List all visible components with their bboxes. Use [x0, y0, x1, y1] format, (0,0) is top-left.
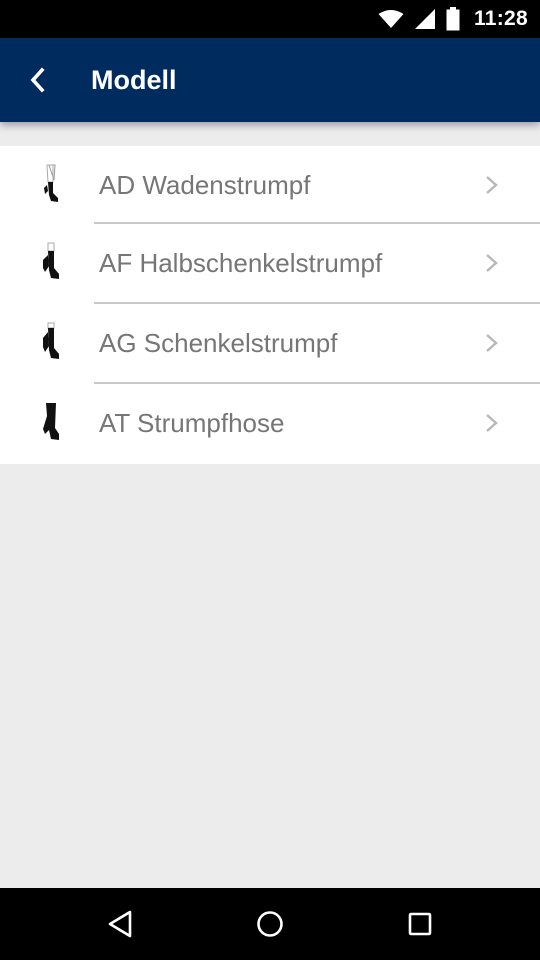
stocking-thigh-icon [43, 322, 59, 359]
model-list: AD Wadenstrumpf AF Halbschenkelstrumpf A… [0, 146, 540, 464]
stocking-calf-icon [44, 164, 58, 202]
list-item-label: AD Wadenstrumpf [99, 170, 311, 200]
list-item-label: AF Halbschenkelstrumpf [99, 248, 383, 278]
list-item-ag-schenkelstrumpf[interactable]: AG Schenkelstrumpf [0, 304, 540, 384]
status-bar: 11:28 [0, 0, 540, 38]
list-item-at-strumpfhose[interactable]: AT Strumpfhose [0, 384, 540, 464]
pantyhose-icon [43, 403, 59, 440]
chevron-right-icon [486, 334, 498, 352]
status-icons: 11:28 [378, 0, 528, 38]
back-triangle-icon [108, 910, 132, 938]
wifi-icon [378, 10, 404, 28]
recents-square-icon [408, 912, 432, 936]
back-button[interactable] [14, 56, 62, 104]
page-title: Modell [91, 65, 177, 95]
chevron-right-icon [486, 414, 498, 432]
stocking-half-thigh-icon [43, 242, 59, 279]
chevron-right-icon [486, 254, 498, 272]
list-item-label: AT Strumpfhose [99, 408, 285, 438]
list-item-ad-wadenstrumpf[interactable]: AD Wadenstrumpf [0, 146, 540, 224]
nav-back-button[interactable] [96, 900, 144, 948]
nav-home-button[interactable] [246, 900, 294, 948]
chevron-left-icon [30, 67, 45, 93]
list-item-label: AG Schenkelstrumpf [99, 328, 338, 358]
home-circle-icon [257, 911, 283, 937]
battery-icon [446, 7, 460, 31]
navigation-bar [0, 888, 540, 960]
app-bar: Modell [0, 38, 540, 122]
list-item-af-halbschenkelstrumpf[interactable]: AF Halbschenkelstrumpf [0, 224, 540, 304]
status-time: 11:28 [473, 7, 528, 30]
chevron-right-icon [486, 176, 498, 194]
nav-recents-button[interactable] [396, 900, 444, 948]
signal-icon [414, 9, 435, 29]
